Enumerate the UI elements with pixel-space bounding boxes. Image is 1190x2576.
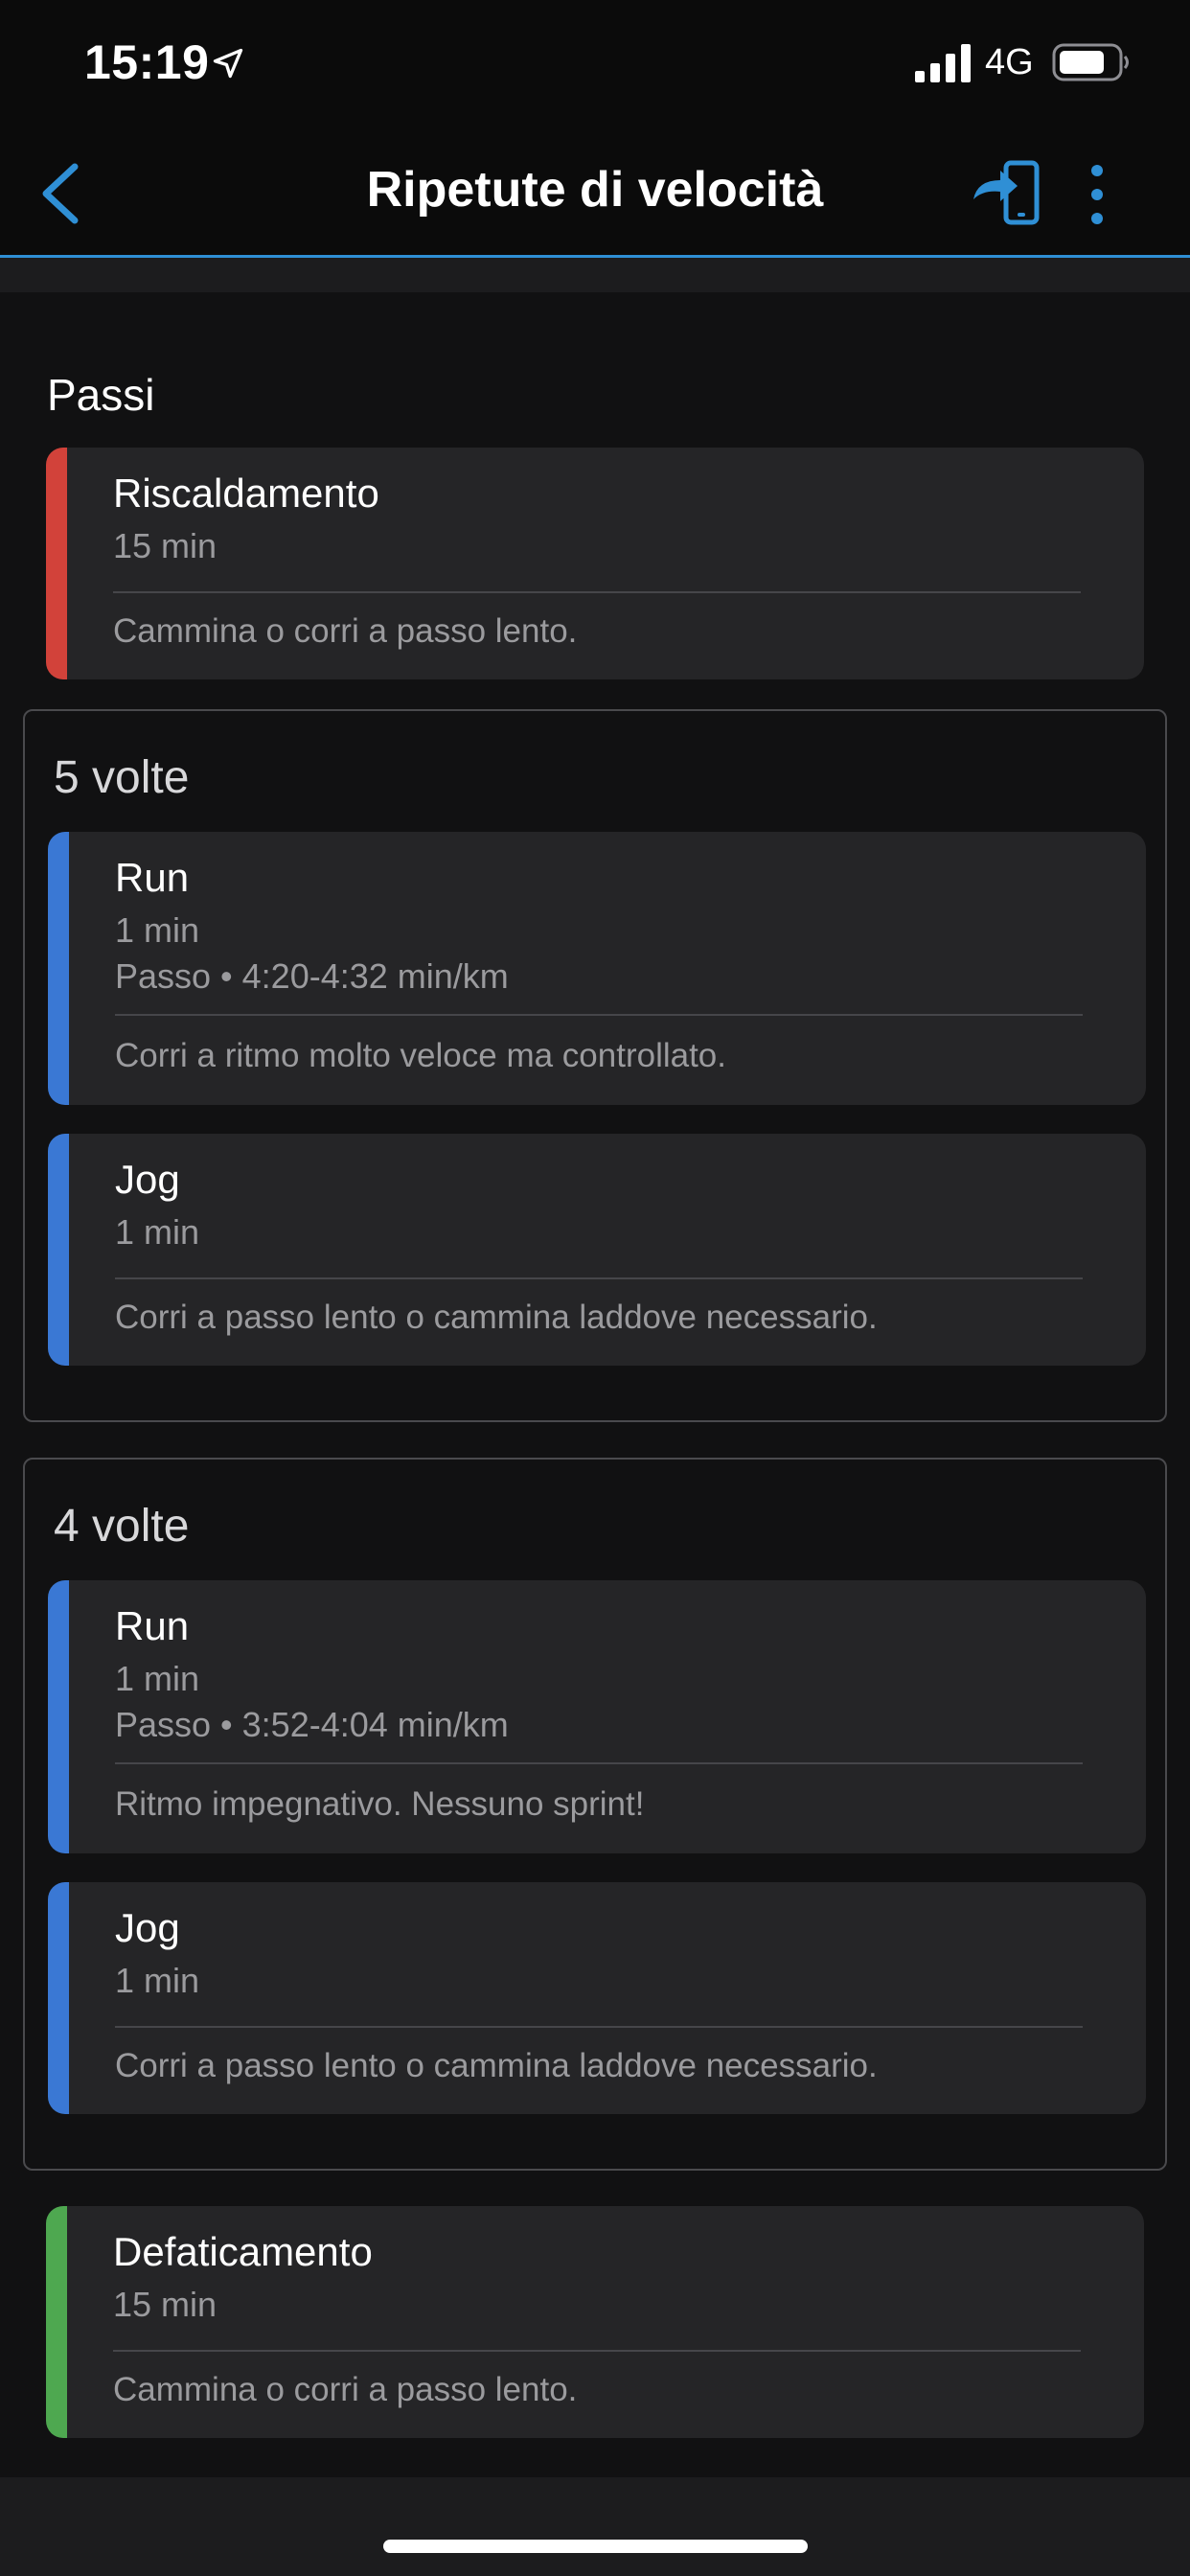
workout-steps: Passi Riscaldamento 15 min Cammina o cor… [0,292,1190,2477]
step-duration: 15 min [113,526,217,565]
battery-icon [1052,43,1129,81]
divider [115,2026,1083,2028]
step-note: Corri a passo lento o cammina laddove ne… [115,2047,878,2084]
step-card-run[interactable]: Run 1 min Passo • 4:20-4:32 min/km Corri… [48,832,1146,1105]
nav-bar: Ripetute di velocità [0,134,1190,258]
location-arrow-icon [213,48,243,79]
section-title: Passi [47,370,155,420]
step-name: Jog [115,1905,180,1950]
divider [113,2350,1081,2352]
step-name: Riscaldamento [113,471,379,516]
repeat-group-1: 5 volte Run 1 min Passo • 4:20-4:32 min/… [23,709,1167,1422]
step-card-run[interactable]: Run 1 min Passo • 3:52-4:04 min/km Ritmo… [48,1580,1146,1853]
step-duration: 1 min [115,1961,200,2000]
step-note: Corri a passo lento o cammina laddove ne… [115,1299,878,1336]
status-time: 15:19 [84,35,210,89]
step-card-cooldown[interactable]: Defaticamento 15 min Cammina o corri a p… [46,2206,1144,2438]
step-type-bar [48,832,69,1105]
step-target: Passo • 4:20-4:32 min/km [115,956,509,996]
step-type-bar [48,1882,69,2114]
screen: 15:19 4G Ripetute di velocità Passi Risc… [0,0,1190,2576]
step-name: Defaticamento [113,2229,373,2274]
step-type-bar [48,1580,69,1853]
more-vertical-icon[interactable] [1073,155,1121,234]
step-duration: 1 min [115,1659,200,1698]
home-indicator[interactable] [383,2540,808,2553]
home-indicator-area [0,2477,1190,2576]
step-card-jog[interactable]: Jog 1 min Corri a passo lento o cammina … [48,1882,1146,2114]
step-card-warmup[interactable]: Riscaldamento 15 min Cammina o corri a p… [46,448,1144,679]
divider [115,1762,1083,1764]
repeat-count-label: 4 volte [54,1501,190,1552]
step-note: Ritmo impegnativo. Nessuno sprint! [115,1785,645,1823]
divider [115,1277,1083,1279]
step-note: Cammina o corri a passo lento. [113,612,578,650]
step-name: Run [115,855,190,900]
signal-icon [915,44,971,82]
repeat-count-label: 5 volte [54,752,190,803]
status-bar: 15:19 4G [0,0,1190,134]
step-duration: 1 min [115,1212,200,1252]
step-note: Cammina o corri a passo lento. [113,2371,578,2408]
network-type: 4G [985,42,1034,82]
step-name: Run [115,1603,190,1648]
header-separator [0,258,1190,292]
step-name: Jog [115,1157,180,1202]
repeat-group-2: 4 volte Run 1 min Passo • 3:52-4:04 min/… [23,1458,1167,2171]
step-note: Corri a ritmo molto veloce ma controllat… [115,1037,726,1074]
step-duration: 1 min [115,910,200,950]
step-duration: 15 min [113,2285,217,2324]
step-card-jog[interactable]: Jog 1 min Corri a passo lento o cammina … [48,1134,1146,1366]
step-type-bar [46,2206,67,2438]
step-target: Passo • 3:52-4:04 min/km [115,1705,509,1744]
step-type-bar [46,448,67,679]
step-type-bar [48,1134,69,1366]
divider [115,1014,1083,1016]
divider [113,591,1081,593]
send-to-device-icon[interactable] [968,155,1046,234]
